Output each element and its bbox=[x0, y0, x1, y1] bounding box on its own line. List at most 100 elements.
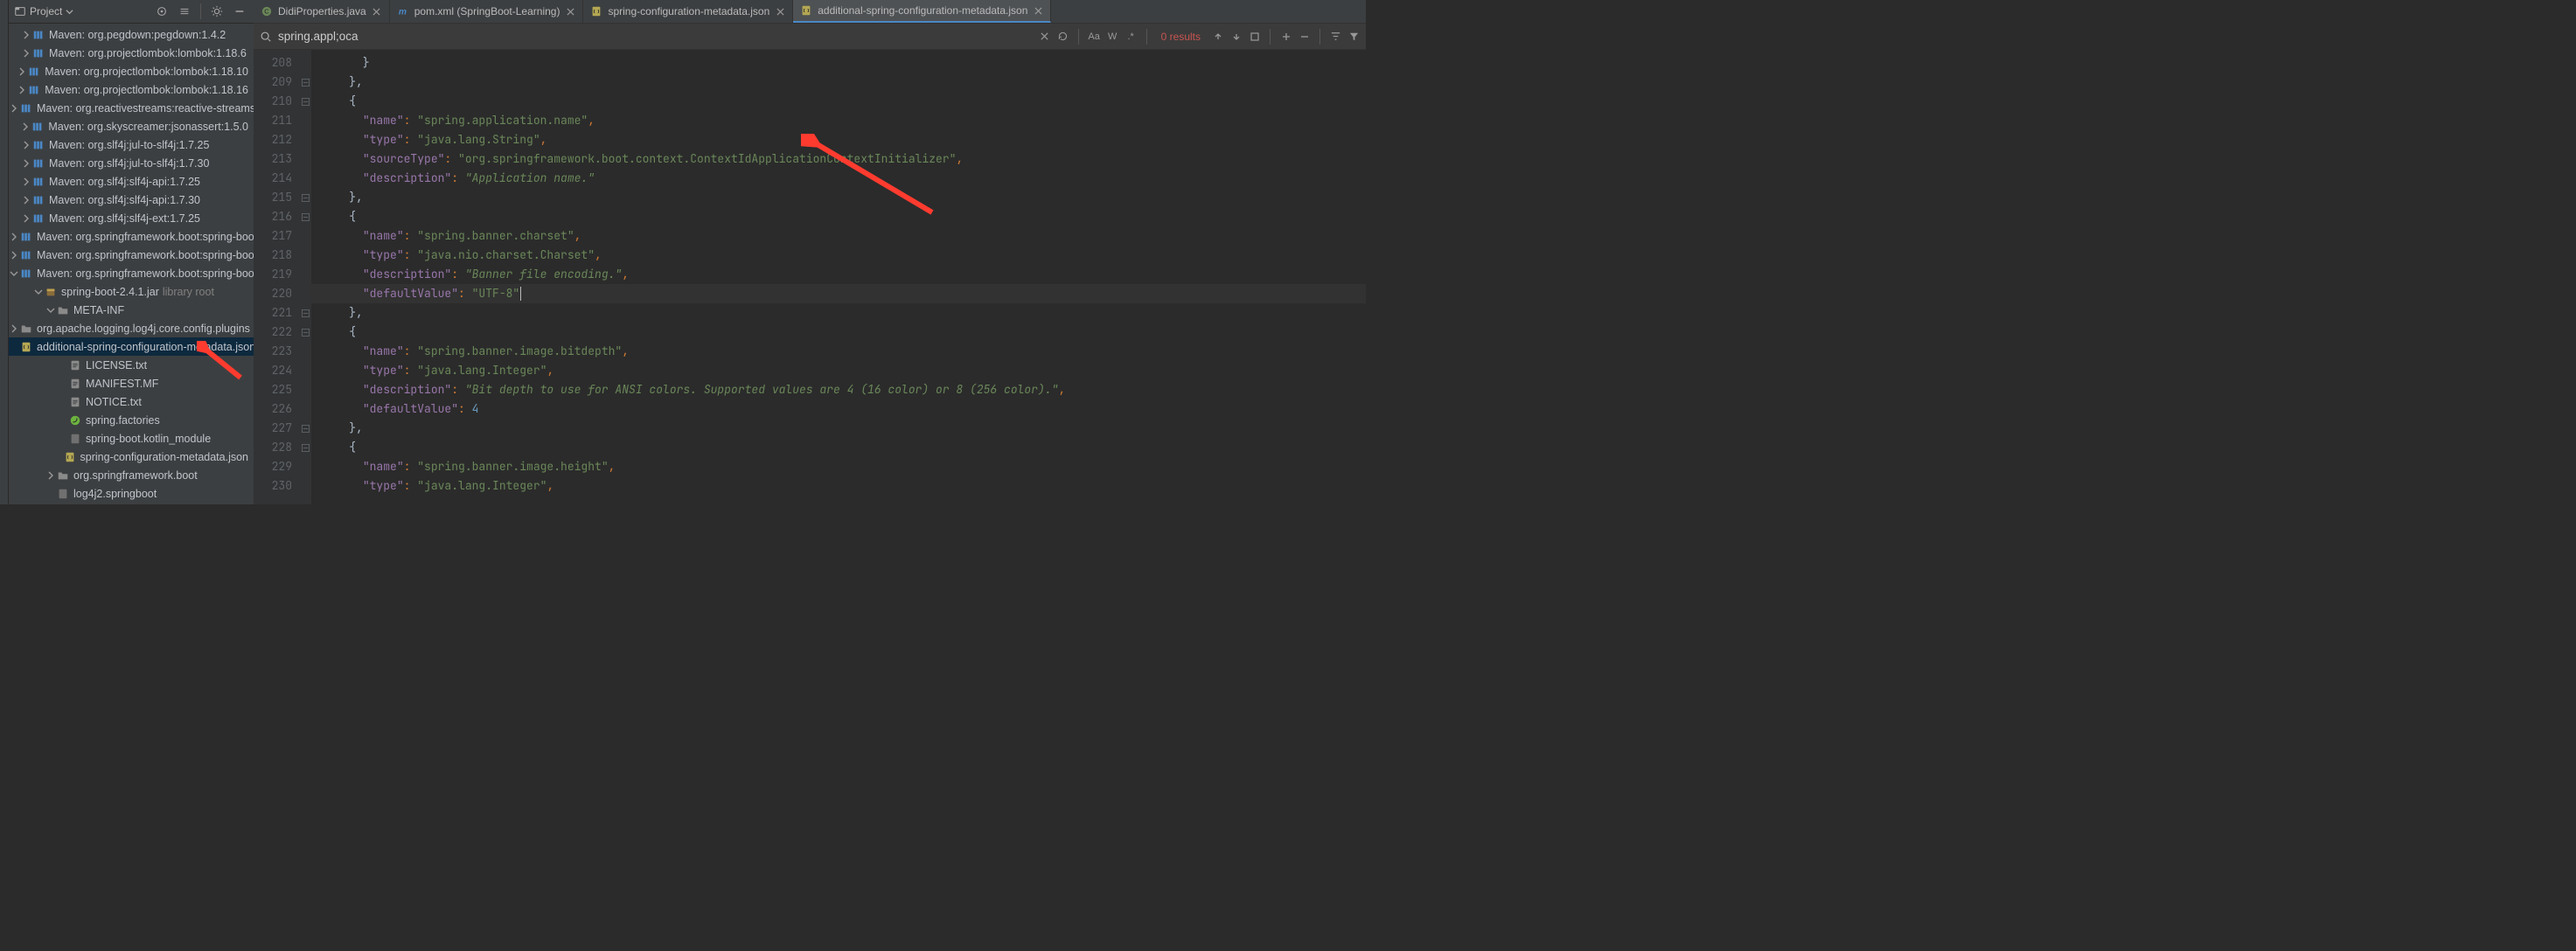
tree-item[interactable]: Maven: org.projectlombok:lombok:1.18.10 bbox=[9, 62, 254, 80]
expand-arrow-icon[interactable] bbox=[21, 195, 31, 205]
tree-item[interactable]: Maven: org.slf4j:slf4j-ext:1.7.25 bbox=[9, 209, 254, 227]
tree-item[interactable]: Maven: org.springframework.boot:spring-b… bbox=[9, 227, 254, 246]
code-line[interactable]: { bbox=[311, 323, 1366, 342]
fold-handle[interactable] bbox=[299, 188, 311, 207]
code-line[interactable]: }, bbox=[311, 419, 1366, 438]
tree-item[interactable]: Maven: org.pegdown:pegdown:1.4.2 bbox=[9, 25, 254, 44]
tree-item[interactable]: Maven: org.projectlombok:lombok:1.18.6 bbox=[9, 44, 254, 62]
select-all-icon[interactable] bbox=[1248, 30, 1261, 43]
expand-arrow-icon[interactable] bbox=[21, 177, 31, 187]
editor-tab[interactable]: mpom.xml (SpringBoot-Learning) bbox=[390, 0, 584, 23]
fold-handle[interactable] bbox=[299, 438, 311, 457]
code-line[interactable]: "name": "spring.banner.image.bitdepth", bbox=[311, 342, 1366, 361]
expand-arrow-icon[interactable] bbox=[45, 305, 56, 316]
code-line[interactable]: "type": "java.nio.charset.Charset", bbox=[311, 246, 1366, 265]
tree-item[interactable]: Maven: org.projectlombok:lombok:1.18.16 bbox=[9, 80, 254, 99]
remove-selection-icon[interactable] bbox=[1298, 30, 1311, 43]
code-line[interactable]: { bbox=[311, 92, 1366, 111]
expand-arrow-icon[interactable] bbox=[33, 287, 44, 297]
code-editor[interactable]: 2082092102112122132142152162172182192202… bbox=[254, 50, 1366, 504]
editor-tab[interactable]: additional-spring-configuration-metadata… bbox=[793, 0, 1051, 23]
tree-item[interactable]: spring-configuration-metadata.json bbox=[9, 448, 254, 466]
expand-arrow-icon[interactable] bbox=[17, 66, 27, 77]
close-icon[interactable] bbox=[565, 6, 575, 17]
fold-handle[interactable] bbox=[299, 419, 311, 438]
project-tree[interactable]: Maven: org.pegdown:pegdown:1.4.2Maven: o… bbox=[9, 24, 254, 504]
filter-icon[interactable] bbox=[1347, 30, 1361, 43]
tree-item[interactable]: spring-boot.kotlin_module bbox=[9, 429, 254, 448]
code-line[interactable]: { bbox=[311, 207, 1366, 226]
tree-item[interactable]: Maven: org.springframework.boot:spring-b… bbox=[9, 264, 254, 282]
tree-item[interactable]: Maven: org.springframework.boot:spring-b… bbox=[9, 246, 254, 264]
expand-arrow-icon[interactable] bbox=[9, 268, 19, 279]
fold-handle[interactable] bbox=[299, 207, 311, 226]
editor-tab[interactable]: spring-configuration-metadata.json bbox=[583, 0, 793, 23]
code-line[interactable]: "description": "Bit depth to use for ANS… bbox=[311, 380, 1366, 399]
tree-item[interactable]: spring-boot-2.4.1.jarlibrary root bbox=[9, 282, 254, 301]
expand-arrow-icon[interactable] bbox=[45, 470, 56, 481]
sidebar-title[interactable]: Project bbox=[14, 5, 73, 17]
tree-item[interactable]: MANIFEST.MF bbox=[9, 374, 254, 392]
expand-arrow-icon[interactable] bbox=[17, 85, 27, 95]
match-case-toggle[interactable]: Aa bbox=[1088, 30, 1101, 43]
code-line[interactable]: "name": "spring.application.name", bbox=[311, 111, 1366, 130]
fold-gutter[interactable] bbox=[299, 50, 311, 504]
collapse-all-icon[interactable] bbox=[176, 3, 193, 20]
close-icon[interactable] bbox=[1033, 5, 1043, 16]
tree-item[interactable]: org.springframework.boot bbox=[9, 466, 254, 484]
editor-tab[interactable]: CDidiProperties.java bbox=[254, 0, 390, 23]
add-selection-icon[interactable] bbox=[1279, 30, 1292, 43]
next-match-icon[interactable] bbox=[1229, 30, 1243, 43]
gear-icon[interactable] bbox=[208, 3, 226, 20]
code-line[interactable]: "sourceType": "org.springframework.boot.… bbox=[311, 149, 1366, 169]
code-line[interactable]: "name": "spring.banner.image.height", bbox=[311, 457, 1366, 476]
tree-item[interactable]: Maven: org.reactivestreams:reactive-stre… bbox=[9, 99, 254, 117]
expand-arrow-icon[interactable] bbox=[20, 121, 31, 132]
tree-item[interactable]: META-INF bbox=[9, 301, 254, 319]
prev-match-icon[interactable] bbox=[1211, 30, 1224, 43]
close-icon[interactable] bbox=[372, 6, 382, 17]
expand-arrow-icon[interactable] bbox=[21, 213, 31, 224]
search-history-icon[interactable] bbox=[1056, 30, 1069, 43]
tool-window-rail[interactable] bbox=[0, 0, 9, 504]
filter-lines-icon[interactable] bbox=[1329, 30, 1342, 43]
code-line[interactable]: "name": "spring.banner.charset", bbox=[311, 226, 1366, 246]
code-line[interactable]: } bbox=[311, 53, 1366, 73]
tree-item[interactable]: Maven: org.slf4j:slf4j-api:1.7.30 bbox=[9, 191, 254, 209]
tree-item[interactable]: Maven: org.slf4j:jul-to-slf4j:1.7.25 bbox=[9, 135, 254, 154]
expand-arrow-icon[interactable] bbox=[21, 30, 31, 40]
tree-item[interactable]: log4j2.springboot bbox=[9, 484, 254, 503]
tree-item[interactable]: LICENSE.txt bbox=[9, 356, 254, 374]
tree-item[interactable]: org.apache.logging.log4j.core.config.plu… bbox=[9, 319, 254, 337]
expand-arrow-icon[interactable] bbox=[21, 158, 31, 169]
expand-arrow-icon[interactable] bbox=[9, 103, 19, 114]
tree-item[interactable]: spring.factories bbox=[9, 411, 254, 429]
fold-handle[interactable] bbox=[299, 323, 311, 342]
match-word-toggle[interactable]: W bbox=[1106, 30, 1119, 43]
expand-arrow-icon[interactable] bbox=[21, 140, 31, 150]
tree-item[interactable]: Maven: org.slf4j:slf4j-api:1.7.25 bbox=[9, 172, 254, 191]
code-line[interactable]: }, bbox=[311, 188, 1366, 207]
code-line[interactable]: "type": "java.lang.Integer", bbox=[311, 476, 1366, 496]
expand-arrow-icon[interactable] bbox=[9, 232, 19, 242]
code-line[interactable]: }, bbox=[311, 73, 1366, 92]
expand-arrow-icon[interactable] bbox=[9, 250, 19, 260]
code-line[interactable]: "defaultValue": 4 bbox=[311, 399, 1366, 419]
code-line[interactable]: }, bbox=[311, 303, 1366, 323]
fold-handle[interactable] bbox=[299, 303, 311, 323]
tree-item[interactable]: Maven: org.slf4j:jul-to-slf4j:1.7.30 bbox=[9, 154, 254, 172]
code-line[interactable]: "description": "Banner file encoding.", bbox=[311, 265, 1366, 284]
search-input[interactable] bbox=[278, 30, 1033, 43]
close-icon[interactable] bbox=[775, 6, 785, 17]
code-content[interactable]: } }, { "name": "spring.application.name"… bbox=[311, 50, 1366, 504]
regex-toggle[interactable]: .* bbox=[1124, 30, 1138, 43]
code-line[interactable]: { bbox=[311, 438, 1366, 457]
fold-handle[interactable] bbox=[299, 92, 311, 111]
clear-search-icon[interactable] bbox=[1038, 30, 1051, 43]
tree-item[interactable]: NOTICE.txt bbox=[9, 392, 254, 411]
code-line[interactable]: "defaultValue": "UTF-8" bbox=[311, 284, 1366, 303]
expand-arrow-icon[interactable] bbox=[21, 48, 31, 59]
tree-item[interactable]: additional-spring-configuration-metadata… bbox=[9, 337, 254, 356]
locate-file-icon[interactable] bbox=[153, 3, 171, 20]
code-line[interactable]: "type": "java.lang.String", bbox=[311, 130, 1366, 149]
